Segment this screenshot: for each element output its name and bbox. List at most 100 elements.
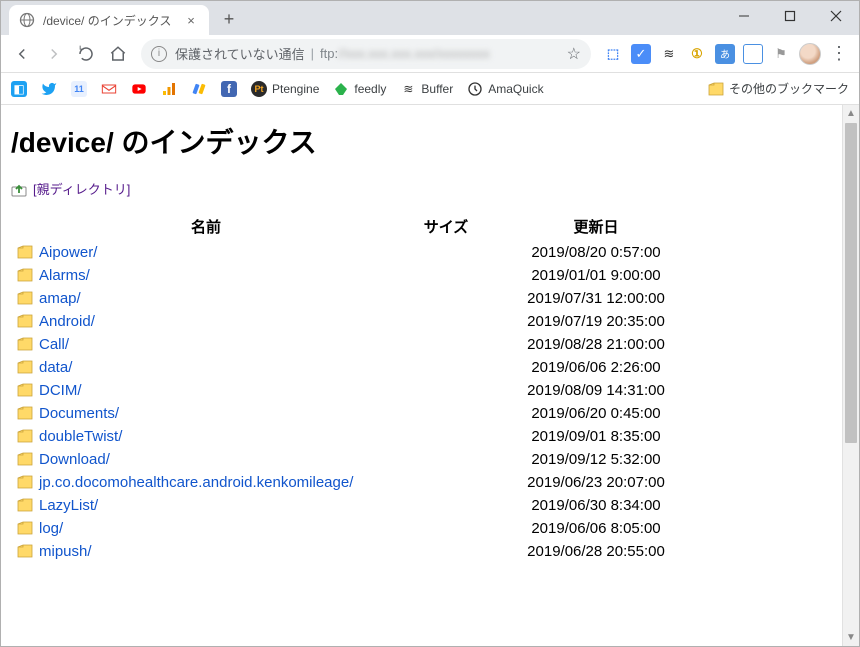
size-cell: [401, 471, 491, 494]
table-row: amap/2019/07/31 12:00:00: [11, 287, 701, 310]
url-blurred: //xxx.xxx.xxx.xxx/xxxxxxxx: [338, 46, 490, 61]
profile-avatar[interactable]: [799, 43, 821, 65]
table-row: DCIM/2019/08/09 14:31:00: [11, 379, 701, 402]
toolbar: i 保護されていない通信 | ftp: //xxx.xxx.xxx.xxx/xx…: [1, 35, 859, 73]
dir-link[interactable]: amap/: [39, 290, 81, 307]
dir-link[interactable]: Alarms/: [39, 267, 90, 284]
size-cell: [401, 333, 491, 356]
security-warning: 保護されていない通信: [175, 44, 305, 63]
bm-twitter[interactable]: [41, 81, 57, 97]
col-size: サイズ: [401, 212, 491, 241]
parent-dir-link[interactable]: [親ディレクトリ]: [33, 179, 130, 198]
bm-label: feedly: [354, 82, 386, 96]
bm-label: Buffer: [421, 82, 453, 96]
size-cell: [401, 425, 491, 448]
bm-analytics[interactable]: [161, 81, 177, 97]
bm-twitter-alt[interactable]: ◧: [11, 81, 27, 97]
info-icon[interactable]: i: [151, 46, 167, 62]
col-date: 更新日: [491, 212, 701, 241]
home-button[interactable]: [103, 39, 133, 69]
vertical-scrollbar[interactable]: ▲ ▼: [842, 105, 859, 646]
size-cell: [401, 379, 491, 402]
table-row: Call/2019/08/28 21:00:00: [11, 333, 701, 356]
new-tab-button[interactable]: +: [215, 5, 243, 33]
folder-icon: [17, 406, 33, 420]
bm-gmail[interactable]: [101, 81, 117, 97]
table-row: Android/2019/07/19 20:35:00: [11, 310, 701, 333]
bm-label: Ptengine: [272, 82, 319, 96]
dir-link[interactable]: Download/: [39, 451, 110, 468]
size-cell: [401, 287, 491, 310]
dir-link[interactable]: Call/: [39, 336, 69, 353]
folder-icon: [17, 291, 33, 305]
close-button[interactable]: [813, 1, 859, 31]
bm-feedly[interactable]: feedly: [333, 81, 386, 97]
dir-link[interactable]: jp.co.docomohealthcare.android.kenkomile…: [39, 474, 353, 491]
scroll-up-icon[interactable]: ▲: [843, 105, 859, 122]
back-button[interactable]: [7, 39, 37, 69]
dir-link[interactable]: Documents/: [39, 405, 119, 422]
ext-icon-1password[interactable]: ①: [687, 44, 707, 64]
address-bar[interactable]: i 保護されていない通信 | ftp: //xxx.xxx.xxx.xxx/xx…: [141, 39, 591, 69]
menu-icon[interactable]: ⋮: [829, 44, 849, 64]
bm-calendar[interactable]: 11: [71, 81, 87, 97]
bm-amaquick[interactable]: AmaQuick: [467, 81, 543, 97]
date-cell: 2019/06/28 20:55:00: [491, 540, 701, 563]
size-cell: [401, 448, 491, 471]
ext-icon-check[interactable]: ✓: [631, 44, 651, 64]
browser-window: /device/ のインデックス × + i 保護されていない通信 | ftp:…: [0, 0, 860, 647]
globe-icon: [19, 12, 35, 28]
parent-dir-row: [親ディレクトリ]: [11, 179, 832, 198]
date-cell: 2019/08/28 21:00:00: [491, 333, 701, 356]
bm-overflow-label: その他のブックマーク: [729, 80, 849, 97]
minimize-button[interactable]: [721, 1, 767, 31]
folder-icon: [17, 337, 33, 351]
bm-facebook[interactable]: f: [221, 81, 237, 97]
dir-link[interactable]: log/: [39, 520, 63, 537]
forward-button[interactable]: [39, 39, 69, 69]
dir-listing-table: 名前 サイズ 更新日 Aipower/2019/08/20 0:57:00Ala…: [11, 212, 701, 563]
bm-ptengine[interactable]: PtPtengine: [251, 81, 319, 97]
size-cell: [401, 540, 491, 563]
dir-link[interactable]: Aipower/: [39, 244, 97, 261]
date-cell: 2019/06/23 20:07:00: [491, 471, 701, 494]
table-row: jp.co.docomohealthcare.android.kenkomile…: [11, 471, 701, 494]
ext-icon-square[interactable]: [743, 44, 763, 64]
ext-icon-flag[interactable]: ⚑: [771, 44, 791, 64]
date-cell: 2019/08/20 0:57:00: [491, 241, 701, 264]
dir-link[interactable]: mipush/: [39, 543, 92, 560]
window-controls: [721, 1, 859, 31]
dir-link[interactable]: LazyList/: [39, 497, 98, 514]
date-cell: 2019/08/09 14:31:00: [491, 379, 701, 402]
maximize-button[interactable]: [767, 1, 813, 31]
folder-icon: [17, 245, 33, 259]
page-title: /device/ のインデックス: [11, 121, 832, 161]
date-cell: 2019/09/01 8:35:00: [491, 425, 701, 448]
scroll-thumb[interactable]: [845, 123, 857, 443]
date-cell: 2019/07/19 20:35:00: [491, 310, 701, 333]
folder-icon: [17, 314, 33, 328]
close-icon[interactable]: ×: [183, 12, 199, 28]
bm-adsense[interactable]: [191, 81, 207, 97]
star-icon[interactable]: ☆: [567, 44, 581, 64]
dir-link[interactable]: Android/: [39, 313, 95, 330]
bm-buffer[interactable]: ≋Buffer: [400, 81, 453, 97]
bm-youtube[interactable]: [131, 81, 147, 97]
folder-icon: [17, 521, 33, 535]
reload-button[interactable]: [71, 39, 101, 69]
folder-icon: [17, 452, 33, 466]
dir-link[interactable]: doubleTwist/: [39, 428, 122, 445]
size-cell: [401, 356, 491, 379]
date-cell: 2019/09/12 5:32:00: [491, 448, 701, 471]
bm-overflow[interactable]: その他のブックマーク: [708, 80, 849, 97]
table-row: Aipower/2019/08/20 0:57:00: [11, 241, 701, 264]
size-cell: [401, 264, 491, 287]
date-cell: 2019/07/31 12:00:00: [491, 287, 701, 310]
ext-icon-buffer[interactable]: ≋: [659, 44, 679, 64]
ext-icon-translate[interactable]: あ: [715, 44, 735, 64]
dir-link[interactable]: DCIM/: [39, 382, 82, 399]
tab-active[interactable]: /device/ のインデックス ×: [9, 5, 209, 35]
ext-icon-1[interactable]: ⬚: [603, 44, 623, 64]
scroll-down-icon[interactable]: ▼: [843, 629, 859, 646]
dir-link[interactable]: data/: [39, 359, 72, 376]
